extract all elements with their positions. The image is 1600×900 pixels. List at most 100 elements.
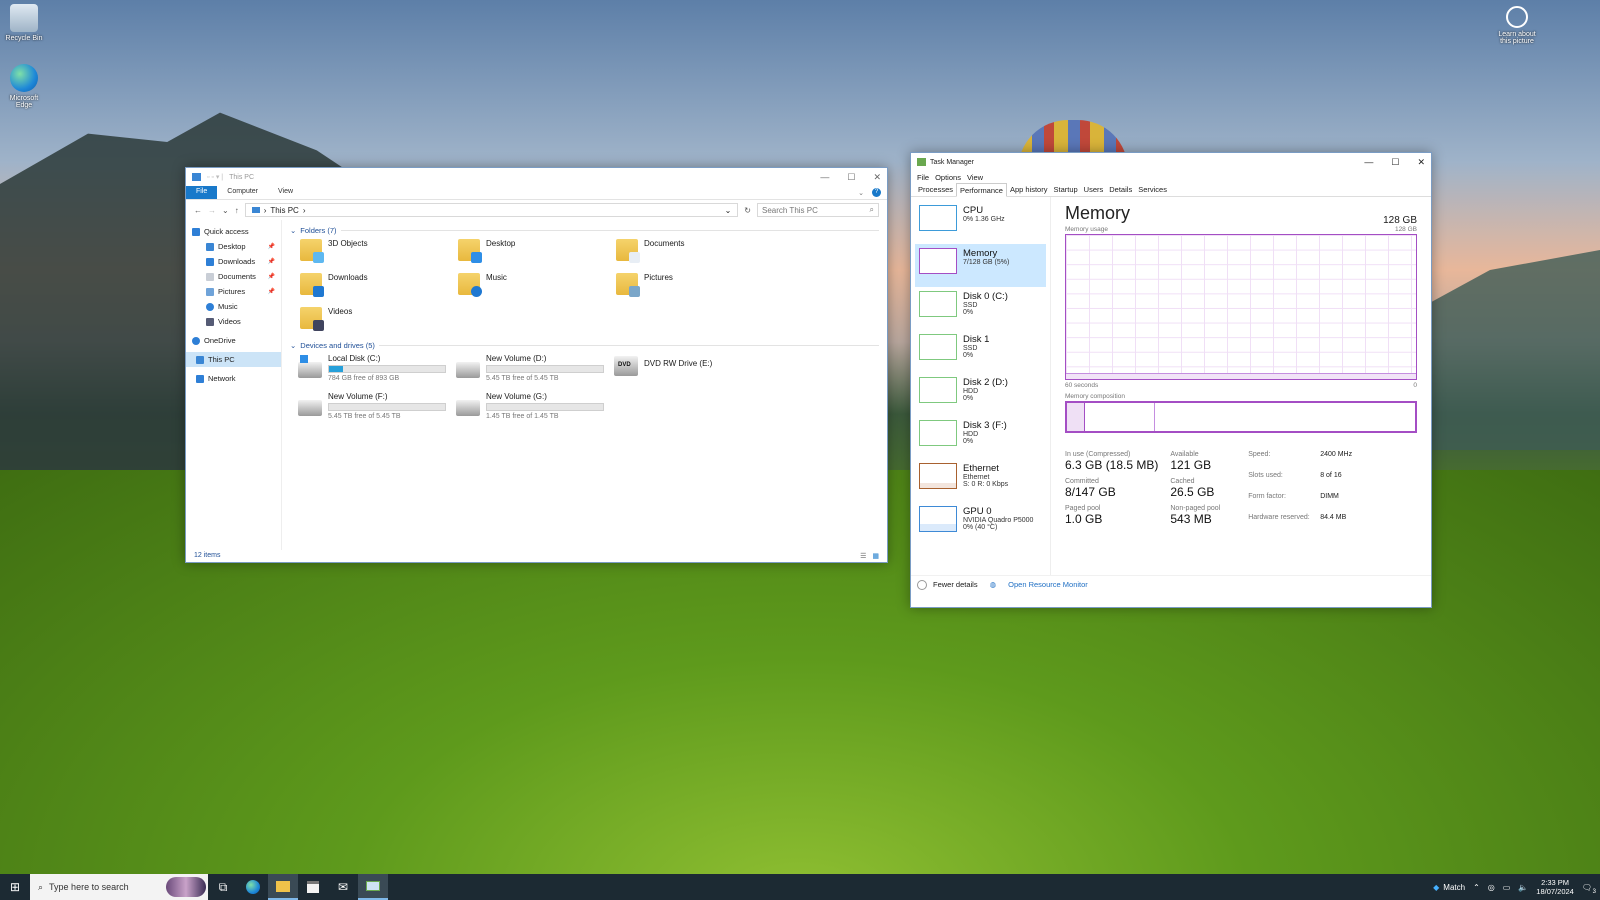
fewer-details-button[interactable]: Fewer details (933, 580, 978, 589)
ethernet-graph-thumbnail (919, 463, 957, 489)
perf-item-ethernet[interactable]: Ethernet Ethernet S: 0 R: 0 Kbps (915, 459, 1046, 502)
weather-widget[interactable]: ◆ Match (1433, 883, 1465, 892)
maximize-button[interactable]: ☐ (847, 172, 855, 183)
perf-item-gpu-0[interactable]: GPU 0 NVIDIA Quadro P5000 0% (40 °C) (915, 502, 1046, 545)
minimize-button[interactable]: — (1364, 157, 1373, 168)
tab-services[interactable]: Services (1135, 183, 1170, 196)
nav-item-downloads[interactable]: Downloads 📌 (186, 254, 281, 269)
address-dropdown-icon[interactable]: ⌄ (725, 206, 732, 215)
tab-users[interactable]: Users (1081, 183, 1107, 196)
taskbar-task-manager[interactable] (358, 874, 388, 900)
folder-music[interactable]: Music (458, 273, 616, 301)
folder-3d-objects[interactable]: 3D Objects (300, 239, 458, 267)
drives-group-header[interactable]: ⌄ Devices and drives (5) (290, 341, 879, 350)
folder-documents[interactable]: Documents (616, 239, 774, 267)
folder-pictures[interactable]: Pictures (616, 273, 774, 301)
drive-c[interactable]: Local Disk (C:) 784 GB free of 893 GB (298, 354, 456, 386)
details-view-icon[interactable]: ☰ (860, 552, 866, 560)
search-input[interactable]: Search This PC ⌕ (757, 203, 879, 217)
perf-item-disk-0[interactable]: Disk 0 (C:) SSD 0% (915, 287, 1046, 330)
folder-downloads[interactable]: Downloads (300, 273, 458, 301)
menu-options[interactable]: Options (935, 173, 961, 182)
task-view-button[interactable]: ⧉ (208, 874, 238, 900)
meet-now-icon[interactable]: ◎ (1488, 883, 1495, 892)
nav-item-desktop[interactable]: Desktop 📌 (186, 239, 281, 254)
maximize-button[interactable]: ☐ (1391, 157, 1399, 168)
ribbon-tab-file[interactable]: File (186, 186, 218, 199)
mail-icon: ✉ (337, 880, 349, 894)
recent-locations-icon[interactable]: ⌄ (222, 206, 229, 215)
taskbar-search[interactable]: ⌕ Type here to search (30, 874, 208, 900)
explorer-titlebar[interactable]: ▫ ▫ ▾ | This PC — ☐ ✕ (186, 168, 887, 186)
large-icons-view-icon[interactable]: ▦ (872, 552, 879, 560)
learn-about-picture[interactable]: Learn about this picture (1494, 6, 1540, 45)
drive-d[interactable]: New Volume (D:) 5.45 TB free of 5.45 TB (456, 354, 614, 386)
folder-desktop[interactable]: Desktop (458, 239, 616, 267)
drive-g[interactable]: New Volume (G:) 1.45 TB free of 1.45 TB (456, 392, 614, 424)
close-button[interactable]: ✕ (1417, 157, 1425, 168)
ribbon-tabs: File Computer View ⌄ ? (186, 186, 887, 200)
taskbar-edge[interactable] (238, 874, 268, 900)
folder-videos[interactable]: Videos (300, 307, 458, 335)
back-icon[interactable]: ← (194, 206, 202, 215)
weather-label: Match (1443, 882, 1466, 892)
tab-startup[interactable]: Startup (1050, 183, 1080, 196)
nav-item-documents[interactable]: Documents 📌 (186, 269, 281, 284)
tab-app-history[interactable]: App history (1007, 183, 1051, 196)
nav-quick-access[interactable]: Quick access (186, 224, 281, 239)
refresh-icon[interactable]: ↻ (744, 206, 751, 215)
nav-item-videos[interactable]: Videos (186, 314, 281, 329)
nav-onedrive[interactable]: OneDrive (186, 333, 281, 348)
start-button[interactable]: ⊞ (0, 880, 30, 894)
menu-file[interactable]: File (917, 173, 929, 182)
taskbar-mail[interactable]: ✉ (328, 874, 358, 900)
folders-group-header[interactable]: ⌄ Folders (7) (290, 226, 879, 235)
volume-icon[interactable]: 🔈 (1518, 883, 1528, 892)
chevron-up-icon[interactable]: ⌃ (1473, 883, 1480, 892)
network-icon[interactable]: ▭ (1503, 883, 1511, 892)
tab-processes[interactable]: Processes (915, 183, 956, 196)
available-value: 121 GB (1170, 458, 1212, 472)
address-bar[interactable]: › This PC › ⌄ (244, 203, 739, 217)
clock-time: 2:33 PM (1541, 878, 1570, 887)
perf-item-name: Disk 3 (F:) (963, 420, 1007, 431)
drive-e[interactable]: DVD DVD RW Drive (E:) (614, 354, 772, 386)
hard-drive-icon (456, 400, 480, 416)
taskbar-file-explorer[interactable] (268, 874, 298, 900)
quick-access-toolbar[interactable]: ▫ ▫ ▾ | (207, 173, 223, 181)
nav-this-pc[interactable]: This PC (186, 352, 281, 367)
perf-item-disk-2[interactable]: Disk 2 (D:) HDD 0% (915, 373, 1046, 416)
task-manager-titlebar[interactable]: Task Manager — ☐ ✕ (911, 153, 1431, 171)
perf-item-memory[interactable]: Memory 7/128 GB (5%) (915, 244, 1046, 287)
help-icon[interactable]: ? (872, 188, 881, 197)
perf-item-cpu[interactable]: CPU 0% 1.36 GHz (915, 201, 1046, 244)
up-icon[interactable]: ↑ (235, 206, 239, 215)
desktop-icon-recycle-bin[interactable]: Recycle Bin (2, 4, 46, 42)
tab-details[interactable]: Details (1106, 183, 1135, 196)
close-button[interactable]: ✕ (873, 172, 881, 183)
taskbar-store[interactable] (298, 874, 328, 900)
nav-item-music[interactable]: Music (186, 299, 281, 314)
menu-view[interactable]: View (967, 173, 983, 182)
forward-icon[interactable]: → (208, 206, 216, 215)
tab-performance[interactable]: Performance (956, 183, 1007, 197)
open-resource-monitor-link[interactable]: Open Resource Monitor (1008, 580, 1088, 589)
perf-item-disk-3[interactable]: Disk 3 (F:) HDD 0% (915, 416, 1046, 459)
minimize-button[interactable]: — (820, 172, 829, 183)
breadcrumb[interactable]: This PC (270, 206, 298, 215)
ribbon-tab-computer[interactable]: Computer (217, 186, 268, 199)
item-count: 12 items (194, 552, 221, 559)
clock[interactable]: 2:33 PM 18/07/2024 (1536, 878, 1574, 896)
drive-free-space: 5.45 TB free of 5.45 TB (486, 375, 559, 382)
ribbon-expand-icon[interactable]: ⌄ (858, 189, 864, 197)
desktop-icon-edge[interactable]: Microsoft Edge (2, 64, 46, 109)
perf-item-disk-1[interactable]: Disk 1 SSD 0% (915, 330, 1046, 373)
nav-network[interactable]: Network (186, 371, 281, 386)
drive-f[interactable]: New Volume (F:) 5.45 TB free of 5.45 TB (298, 392, 456, 424)
nav-item-pictures[interactable]: Pictures 📌 (186, 284, 281, 299)
chevron-up-icon[interactable] (917, 579, 927, 590)
ribbon-tab-view[interactable]: View (268, 186, 303, 199)
nav-label: Pictures (218, 287, 246, 296)
notifications-button[interactable]: 🗨 3 (1582, 883, 1596, 895)
perf-item-usage: S: 0 R: 0 Kbps (963, 481, 1009, 488)
